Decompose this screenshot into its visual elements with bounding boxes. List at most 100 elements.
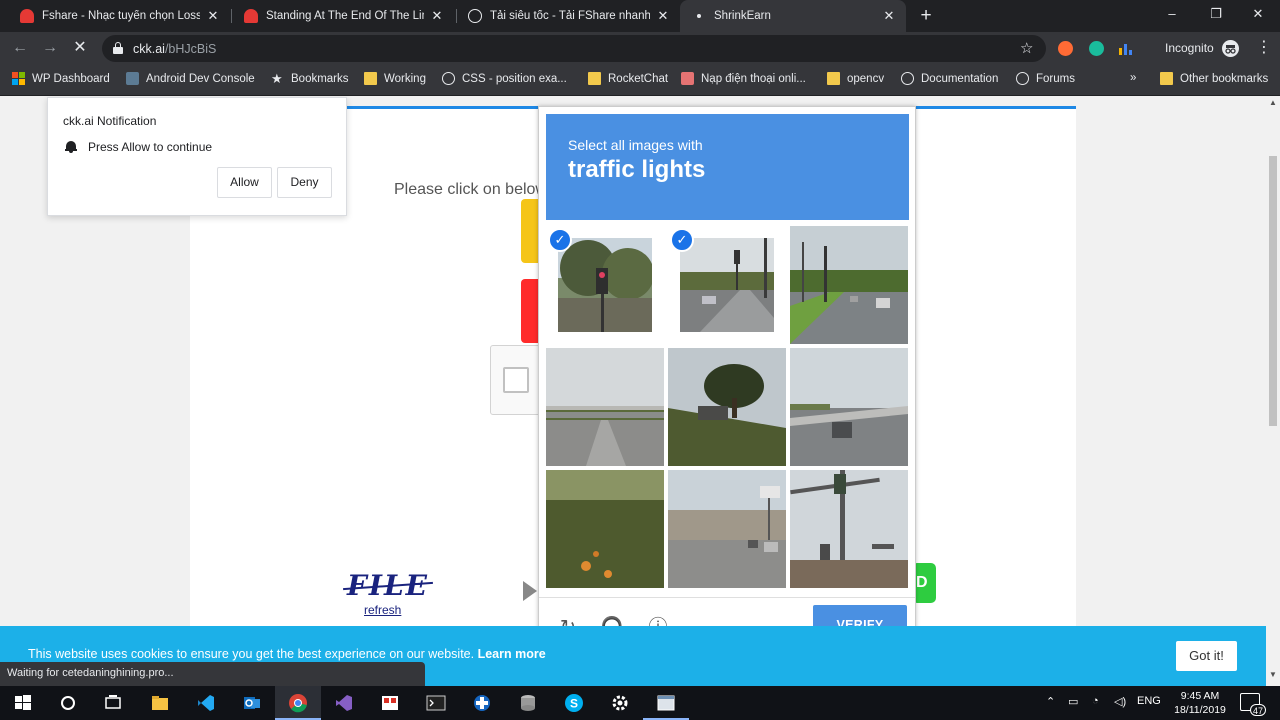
captcha-tile-2[interactable]: ✓ [668,226,786,344]
lock-icon[interactable] [113,42,123,54]
challenge-prompt: Select all images with [568,137,703,153]
page-instruction: Please click on below [394,181,547,198]
url-text[interactable]: ckk.ai/bHJcBiS [133,42,216,56]
bookmark-working[interactable]: Working [364,72,426,85]
scroll-down-arrow-icon[interactable]: ▼ [1269,670,1277,679]
tab-standing-end-line[interactable]: Standing At The End Of The Line ✕ [232,0,454,32]
scroll-thumb[interactable] [1269,156,1277,426]
captcha-tile-5[interactable] [668,348,786,466]
taskbar-skype[interactable]: S [551,686,597,720]
allow-button[interactable]: Allow [217,167,272,198]
minimize-button[interactable]: – [1162,4,1182,24]
new-tab-button[interactable]: + [916,4,936,28]
file-refresh-link[interactable]: refresh [364,603,401,617]
learn-more-link[interactable]: Learn more [478,647,546,661]
close-tab-icon[interactable]: ✕ [206,8,220,24]
cortana-button[interactable] [45,686,91,720]
other-bookmarks[interactable]: Other bookmarks [1160,72,1268,85]
captcha-tile-3[interactable] [790,226,908,344]
bookmark-label: RocketChat [608,72,669,85]
captcha-tile-4[interactable] [546,348,664,466]
tab-fshare-nhac[interactable]: Fshare - Nhạc tuyển chọn Lossless ✕ [8,0,230,32]
deny-button[interactable]: Deny [277,167,332,198]
captcha-tile-6[interactable] [790,348,908,466]
tab-strip: Fshare - Nhạc tuyển chọn Lossless ✕ Stan… [0,0,1280,32]
close-tab-icon[interactable]: ✕ [656,8,670,24]
tab-tai-sieu-toc[interactable]: Tải siêu tốc - Tải FShare nhanh nhất ✕ [456,0,680,32]
bookmark-forums[interactable]: Forums [1016,72,1075,85]
bookmark-label: CSS - position exa... [462,72,567,85]
address-bar[interactable]: ckk.ai/bHJcBiS ☆ [102,35,1046,62]
incognito-icon[interactable] [1222,40,1239,57]
play-icon[interactable] [523,581,537,601]
bookmark-nap-dien-thoai[interactable]: Nạp điện thoại onli... [681,72,806,85]
bookmarks-overflow-button[interactable]: » [1130,72,1136,84]
notification-site-title: ckk.ai Notification [63,114,157,128]
bookmark-label: Forums [1036,72,1075,85]
scroll-up-arrow-icon[interactable]: ▲ [1269,98,1277,107]
taskbar-file-explorer[interactable] [137,686,183,720]
wifi-icon[interactable]: ◔ [1092,695,1099,707]
bookmark-android-dev-console[interactable]: Android Dev Console [126,72,255,85]
taskbar-database[interactable] [505,686,551,720]
taskbar-outlook[interactable] [229,686,275,720]
tile-image [790,226,908,344]
taskbar-settings[interactable] [597,686,643,720]
bookmark-css-position[interactable]: CSS - position exa... [442,72,567,85]
challenge-footer-divider [539,597,915,598]
svg-text:S: S [570,697,578,711]
tile-image [558,238,654,332]
chrome-menu-icon[interactable]: ⋮ [1256,37,1272,57]
taskbar-window-app[interactable] [643,686,689,720]
recaptcha-checkbox[interactable] [503,367,529,393]
folder-icon [827,72,840,85]
captcha-tile-7[interactable] [546,470,664,588]
taskbar-visual-studio[interactable] [321,686,367,720]
url-host: ckk.ai [133,42,165,56]
bookmark-star-icon[interactable]: ☆ [1020,39,1033,57]
page-scrollbar[interactable]: ▲ ▼ [1266,96,1280,686]
forward-button[interactable]: → [39,37,61,59]
recaptcha-challenge: Select all images with traffic lights ✓ … [538,106,916,651]
back-button[interactable]: ← [9,37,31,59]
volume-icon[interactable]: ◁) [1114,695,1126,708]
bookmark-documentation[interactable]: Documentation [901,72,998,85]
captcha-tile-9[interactable] [790,470,908,588]
close-window-button[interactable]: ✕ [1248,4,1268,24]
language-indicator[interactable]: ENG [1137,695,1161,707]
battery-icon[interactable]: ▭ [1068,695,1078,708]
maximize-button[interactable]: ❐ [1206,4,1226,24]
bookmark-bookmarks[interactable]: ★ Bookmarks [271,72,349,85]
taskbar-terminal[interactable] [413,686,459,720]
bookmark-label: Documentation [921,72,999,85]
incognito-label[interactable]: Incognito [1165,41,1214,55]
tile-image [790,470,908,588]
close-tab-icon[interactable]: ✕ [882,8,896,24]
loading-dot-icon [697,14,701,18]
taskbar-app-badge[interactable] [459,686,505,720]
tab-shrinkearn[interactable]: ShrinkEarn ✕ [680,0,906,32]
extension-orange-icon[interactable] [1058,41,1073,56]
taskbar-chrome[interactable] [275,686,321,720]
extension-teal-icon[interactable] [1089,41,1104,56]
taskbar-app-red[interactable] [367,686,413,720]
captcha-tile-8[interactable] [668,470,786,588]
task-view-button[interactable] [90,686,136,720]
bookmark-label: WP Dashboard [32,72,110,85]
clock[interactable]: 9:45 AM 18/11/2019 [1168,689,1232,717]
tray-overflow-icon[interactable]: ⌃ [1046,695,1055,708]
close-tab-icon[interactable]: ✕ [430,8,444,24]
bookmark-rocketchat[interactable]: RocketChat [588,72,668,85]
taskbar-vscode[interactable] [183,686,229,720]
captcha-tile-1[interactable]: ✓ [546,226,664,344]
bookmark-wp-dashboard[interactable]: WP Dashboard [12,72,110,85]
start-button[interactable] [0,686,46,720]
bookmark-label: opencv [847,72,885,85]
bookmark-opencv[interactable]: opencv [827,72,884,85]
bookmark-icon [681,72,694,85]
stop-loading-button[interactable]: ✕ [69,37,91,59]
windows-start-icon [15,695,31,710]
got-it-button[interactable]: Got it! [1176,641,1237,671]
tile-image [668,470,786,588]
extension-chart-icon[interactable] [1118,41,1133,56]
